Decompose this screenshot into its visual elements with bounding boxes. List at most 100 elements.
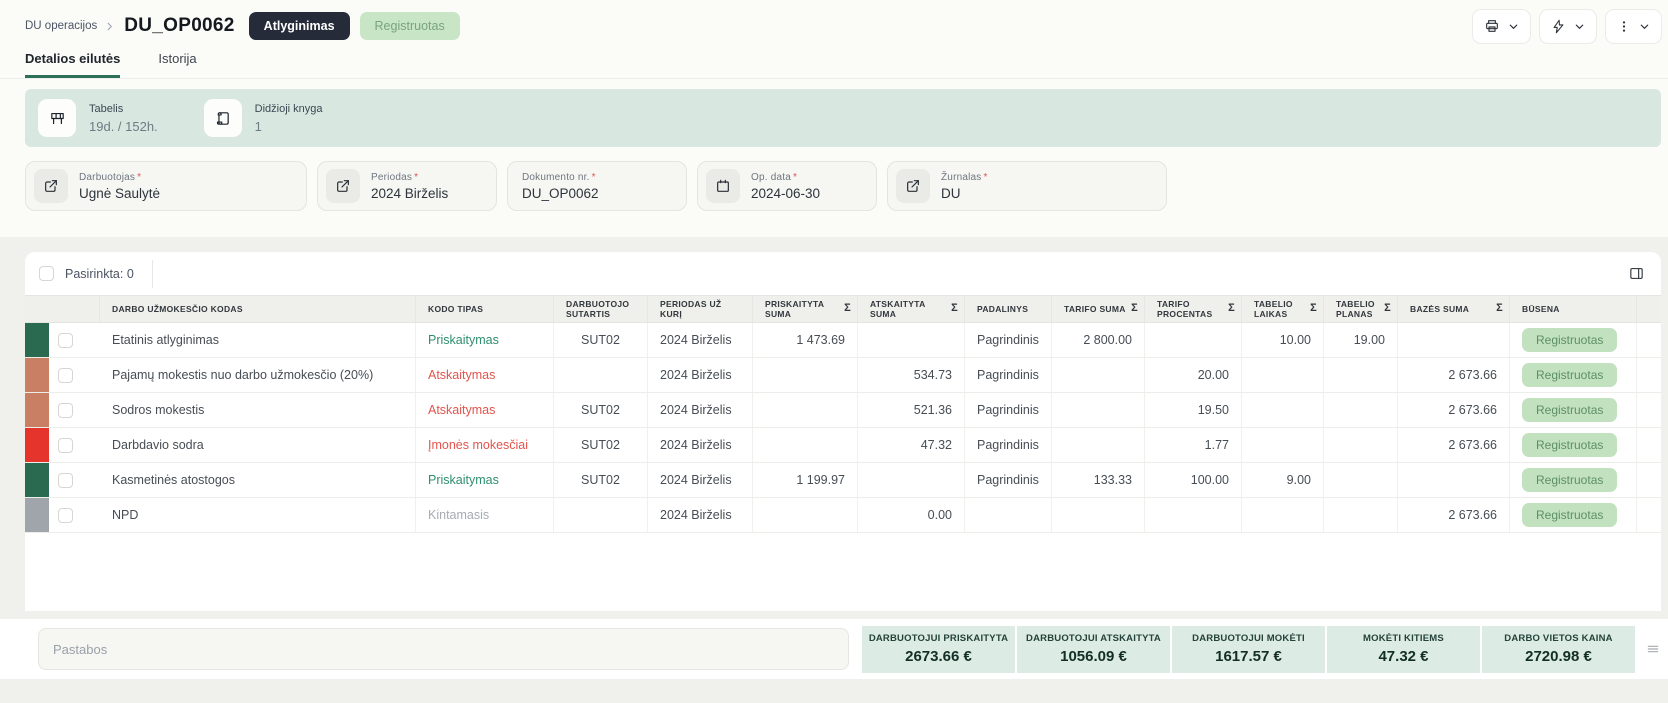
header-cell-department[interactable]: PADALINYS: [965, 296, 1052, 322]
table-empty-area: [25, 533, 1661, 611]
table-row[interactable]: Kasmetinės atostogos Priskaitymas SUT02 …: [25, 463, 1661, 498]
sum-icon[interactable]: Σ: [1492, 302, 1503, 315]
field-value: DU_OP0062: [522, 185, 599, 201]
header-cell-code[interactable]: DARBO UŽMOKESČIO KODAS: [100, 296, 416, 322]
status-badge: Registruotas: [1522, 328, 1618, 352]
table-toolbar: Pasirinkta: 0: [25, 252, 1661, 295]
cell-rate-percent: [1145, 323, 1242, 357]
cell-spacer: [1637, 358, 1661, 392]
sum-icon[interactable]: Σ: [1224, 302, 1235, 315]
header-cell-deducted[interactable]: ATSKAITYTA SUMA Σ: [858, 296, 965, 322]
cell-accrued: [753, 428, 858, 462]
row-checkbox[interactable]: [58, 367, 73, 383]
more-options-button[interactable]: [1605, 8, 1662, 44]
cell-accrued: [753, 393, 858, 427]
header-cell-code-type[interactable]: KODO TIPAS: [416, 296, 554, 322]
cell-deducted: 521.36: [858, 393, 965, 427]
select-all-checkbox[interactable]: [39, 266, 54, 281]
table-row[interactable]: Sodros mokestis Atskaitymas SUT02 2024 B…: [25, 393, 1661, 428]
cell-period: 2024 Birželis: [648, 393, 753, 427]
header-cell-checkbox: [31, 296, 100, 322]
header-cell-rate-percent[interactable]: TARIFO PROCENTAS Σ: [1145, 296, 1242, 322]
row-checkbox[interactable]: [58, 332, 73, 348]
header-cell-accrued[interactable]: PRISKAITYTA SUMA Σ: [753, 296, 858, 322]
header-cell-base-sum[interactable]: BAZĖS SUMA Σ: [1398, 296, 1510, 322]
header-cell-contract[interactable]: DARBUOTOJO SUTARTIS: [554, 296, 648, 322]
banner-item-didzioji-knyga[interactable]: Didžioji knyga 1: [203, 99, 323, 137]
cell-status: Registruotas: [1510, 463, 1637, 497]
print-button[interactable]: [1472, 8, 1531, 44]
table-row[interactable]: NPD Kintamasis 2024 Birželis 0.00 2 673.…: [25, 498, 1661, 533]
timesheet-table-icon: [38, 99, 76, 137]
header-cell-period[interactable]: PERIODAS UŽ KURĮ: [648, 296, 753, 322]
cell-rate-percent: 20.00: [1145, 358, 1242, 392]
field-label: Dokumento nr. *: [522, 171, 596, 183]
header-row: DU operacijos DU_OP0062 Atlyginimas Regi…: [0, 8, 1668, 44]
period-field[interactable]: Periodas * 2024 Birželis: [317, 161, 497, 211]
footer-bar: DARBUOTOJUI PRISKAITYTA 2673.66 € DARBUO…: [0, 619, 1668, 679]
status-badge: Registruotas: [1522, 363, 1618, 387]
row-checkbox[interactable]: [58, 507, 73, 523]
lightning-bolt-icon: [1551, 19, 1566, 34]
cell-deducted: [858, 323, 965, 357]
cell-contract: SUT02: [554, 393, 648, 427]
cell-period: 2024 Birželis: [648, 498, 753, 532]
status-badge: Registruotas: [1522, 468, 1618, 492]
row-checkbox[interactable]: [58, 402, 73, 418]
cell-status: Registruotas: [1510, 428, 1637, 462]
cell-base-sum: [1398, 323, 1510, 357]
banner-item-label: Tabelis: [89, 102, 124, 115]
document-number-field[interactable]: Dokumento nr. * DU_OP0062: [507, 161, 687, 211]
banner-item-label: Didžioji knyga: [254, 102, 323, 115]
table-row[interactable]: Darbdavio sodra Įmonės mokesčiai SUT02 2…: [25, 428, 1661, 463]
notes-input[interactable]: [38, 628, 849, 670]
metric-employee-deducted: DARBUOTOJUI ATSKAITYTA 1056.09 €: [1017, 625, 1170, 673]
cell-rate-sum: [1052, 428, 1145, 462]
sum-icon[interactable]: Σ: [1127, 302, 1138, 315]
summary-banner: Tabelis 19d. / 152h. Didžioji knyga 1: [25, 89, 1661, 147]
cell-rate-percent: 19.50: [1145, 393, 1242, 427]
cell-code: Etatinis atlyginimas: [100, 323, 416, 357]
cell-status: Registruotas: [1510, 358, 1637, 392]
tab-istorija[interactable]: Istorija: [158, 51, 196, 78]
cell-base-sum: 2 673.66: [1398, 393, 1510, 427]
operation-date-field[interactable]: Op. data * 2024-06-30: [697, 161, 877, 211]
banner-item-tabelis[interactable]: Tabelis 19d. / 152h.: [38, 99, 158, 137]
cell-period: 2024 Birželis: [648, 428, 753, 462]
cell-code: Sodros mokestis: [100, 393, 416, 427]
tab-detalios-eilutes[interactable]: Detalios eilutės: [25, 51, 121, 78]
column-settings-button[interactable]: [1628, 265, 1645, 282]
row-checkbox[interactable]: [58, 437, 73, 453]
sum-icon[interactable]: Σ: [840, 302, 851, 315]
row-checkbox[interactable]: [58, 472, 73, 488]
header-cell-timesheet-plan[interactable]: TABELIO PLANAS Σ: [1324, 296, 1398, 322]
journal-field[interactable]: Žurnalas * DU: [887, 161, 1167, 211]
sum-icon[interactable]: Σ: [1380, 302, 1391, 315]
cell-rate-percent: 100.00: [1145, 463, 1242, 497]
cell-timesheet-plan: [1324, 498, 1398, 532]
cell-code: Pajamų mokestis nuo darbo užmokesčio (20…: [100, 358, 416, 392]
metric-workplace-cost: DARBO VIETOS KAINA 2720.98 €: [1482, 625, 1635, 673]
cell-timesheet-time: [1242, 358, 1324, 392]
sum-icon[interactable]: Σ: [1306, 302, 1317, 315]
totals-menu-icon[interactable]: [1645, 641, 1661, 657]
cell-department: [965, 498, 1052, 532]
chevron-down-icon: [1574, 21, 1585, 32]
cell-code: Kasmetinės atostogos: [100, 463, 416, 497]
cell-department: Pagrindinis: [965, 323, 1052, 357]
cell-deducted: [858, 463, 965, 497]
breadcrumb-link[interactable]: DU operacijos: [25, 20, 97, 32]
header-cell-timesheet-time[interactable]: TABELIO LAIKAS Σ: [1242, 296, 1324, 322]
header-cell-rate-sum[interactable]: TARIFO SUMA Σ: [1052, 296, 1145, 322]
employee-field[interactable]: Darbuotojas * Ugnė Saulytė: [25, 161, 307, 211]
sum-icon[interactable]: Σ: [947, 302, 958, 315]
cell-timesheet-plan: [1324, 463, 1398, 497]
page-title: DU_OP0062: [124, 15, 235, 36]
table-row[interactable]: Etatinis atlyginimas Priskaitymas SUT02 …: [25, 323, 1661, 358]
header-cell-status[interactable]: BŪSENA: [1510, 296, 1637, 322]
quick-actions-button[interactable]: [1539, 8, 1597, 44]
required-marker: *: [137, 171, 142, 183]
table-row[interactable]: Pajamų mokestis nuo darbo užmokesčio (20…: [25, 358, 1661, 393]
cell-base-sum: 2 673.66: [1398, 358, 1510, 392]
cell-spacer: [1637, 393, 1661, 427]
